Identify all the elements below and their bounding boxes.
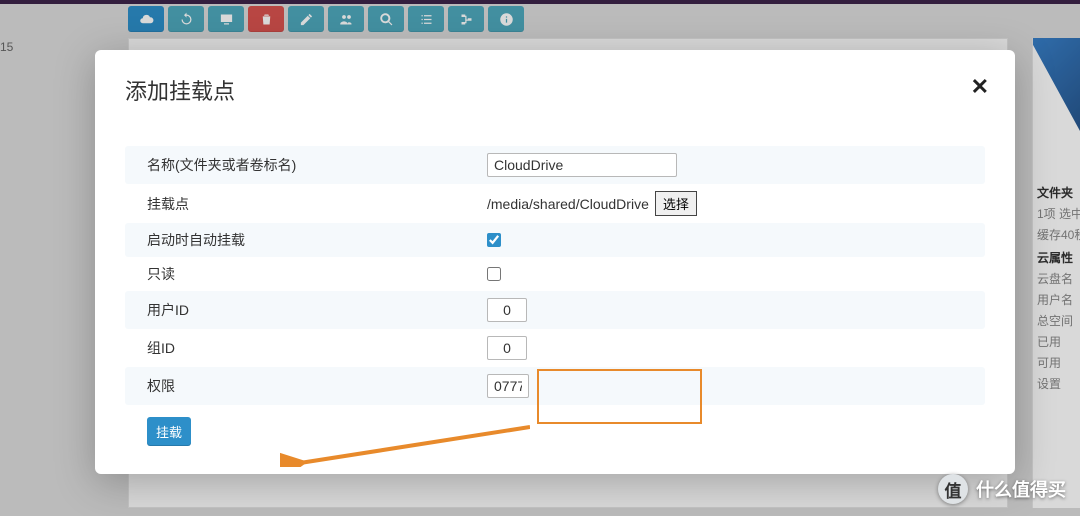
label-uid: 用户ID [147, 300, 487, 320]
automount-checkbox[interactable] [487, 233, 501, 247]
close-icon[interactable]: ✕ [971, 74, 989, 100]
gid-input[interactable] [487, 336, 527, 360]
mount-point-path: /media/shared/CloudDrive [487, 196, 649, 212]
row-readonly: 只读 [125, 257, 985, 291]
mount-form: 名称(文件夹或者卷标名) 挂载点 /media/shared/CloudDriv… [125, 146, 985, 405]
label-mount-point: 挂载点 [147, 194, 487, 214]
modal-title: 添加挂载点 [125, 74, 985, 106]
row-uid: 用户ID [125, 291, 985, 329]
label-permission: 权限 [147, 376, 487, 396]
label-gid: 组ID [147, 338, 487, 358]
add-mount-modal: 添加挂载点 ✕ 名称(文件夹或者卷标名) 挂载点 /media/shared/C… [95, 50, 1015, 474]
readonly-checkbox[interactable] [487, 267, 501, 281]
row-automount: 启动时自动挂载 [125, 223, 985, 257]
label-readonly: 只读 [147, 264, 487, 284]
permission-input[interactable] [487, 374, 529, 398]
label-name: 名称(文件夹或者卷标名) [147, 155, 487, 175]
uid-input[interactable] [487, 298, 527, 322]
row-mount-point: 挂载点 /media/shared/CloudDrive 选择 [125, 184, 985, 223]
name-input[interactable] [487, 153, 677, 177]
row-permission: 权限 [125, 367, 985, 405]
label-automount: 启动时自动挂载 [147, 230, 487, 250]
annotation-arrow [280, 423, 530, 467]
select-path-button[interactable]: 选择 [655, 191, 697, 216]
mount-button[interactable]: 挂载 [147, 417, 191, 446]
row-gid: 组ID [125, 329, 985, 367]
row-name: 名称(文件夹或者卷标名) [125, 146, 985, 184]
